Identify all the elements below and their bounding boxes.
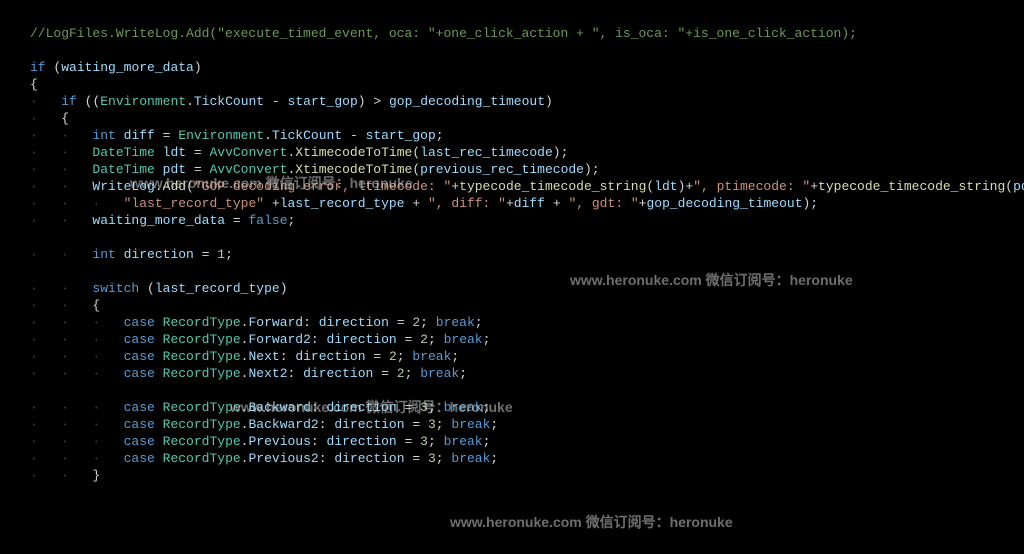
watermark: www.heronuke.com 微信订阅号：heronuke	[450, 512, 733, 532]
keyword: if	[30, 60, 46, 75]
comment-line: //LogFiles.WriteLog.Add("execute_timed_e…	[30, 26, 857, 41]
code-viewer: //LogFiles.WriteLog.Add("execute_timed_e…	[30, 8, 1024, 484]
